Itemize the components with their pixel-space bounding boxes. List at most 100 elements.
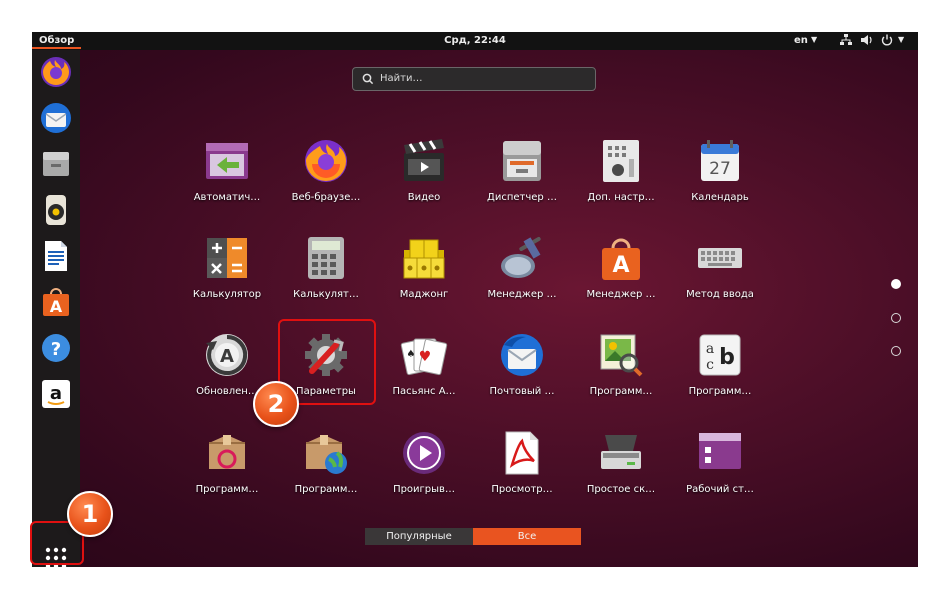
app-document-viewer[interactable]: Просмотр… — [474, 429, 570, 513]
app-label: Веб-браузе… — [291, 192, 361, 203]
files-icon[interactable] — [38, 146, 74, 182]
scanner-icon — [597, 429, 645, 477]
app-label: Программ… — [195, 484, 259, 495]
svg-text:27: 27 — [709, 159, 731, 179]
svg-text:a: a — [706, 341, 714, 357]
svg-text:A: A — [612, 253, 629, 278]
search-icon — [362, 73, 374, 85]
app-label: Диспетчер … — [487, 192, 557, 203]
chevron-down-icon: ▼ — [898, 35, 905, 44]
amazon-icon[interactable]: a — [38, 376, 74, 412]
app-tweaks[interactable]: Доп. настр… — [573, 137, 669, 221]
rhythmbox-icon[interactable] — [38, 192, 74, 228]
calculator-icon — [203, 234, 251, 282]
svg-text:c: c — [706, 357, 714, 373]
app-label: Простое ск… — [586, 484, 656, 495]
package-globe-icon — [302, 429, 350, 477]
app-video[interactable]: Видео — [376, 137, 472, 221]
app-calculator-classic[interactable]: Калькулят… — [278, 234, 374, 318]
software-icon[interactable]: A — [38, 284, 74, 320]
calendar-icon: 27 — [696, 137, 744, 185]
app-label: Автоматич… — [193, 192, 261, 203]
app-scanner[interactable]: Простое ск… — [573, 429, 669, 513]
app-calculator[interactable]: Калькулятор — [179, 234, 275, 318]
desktop-sharing-icon — [696, 429, 744, 477]
network-icon[interactable] — [840, 33, 852, 50]
page-dot-3[interactable] — [891, 346, 901, 356]
svg-text:A: A — [50, 297, 63, 316]
app-label: Менеджер … — [586, 289, 656, 300]
search-placeholder: Найти… — [380, 73, 423, 84]
app-solitaire[interactable]: ♥ ♠ Пасьянс А… — [376, 331, 472, 415]
file-manager-icon — [498, 137, 546, 185]
language-indicator[interactable]: en — [794, 35, 808, 46]
app-software-sources[interactable]: Программ… — [278, 429, 374, 513]
app-label: Программ… — [688, 386, 752, 397]
app-media-player[interactable]: Проигрыв… — [376, 429, 472, 513]
app-label: Проигрыв… — [393, 484, 455, 495]
app-calendar[interactable]: 27 Календарь — [672, 137, 768, 221]
app-label: Программ… — [294, 484, 358, 495]
app-label: Калькулятор — [192, 289, 262, 300]
top-bar: Обзор Срд, 22:44 en ▼ ▼ — [32, 32, 918, 50]
thunderbird-icon[interactable] — [38, 100, 74, 136]
clock[interactable]: Срд, 22:44 — [32, 35, 918, 46]
app-mail[interactable]: Почтовый … — [474, 331, 570, 415]
svg-text:?: ? — [51, 339, 61, 360]
step-badge-1: 1 — [67, 491, 113, 537]
app-label: Почтовый … — [489, 386, 555, 397]
app-file-manager[interactable]: Диспетчер … — [474, 137, 570, 221]
app-label: Программ… — [589, 386, 653, 397]
page-dot-1[interactable] — [891, 279, 901, 289]
updater-icon: A — [203, 331, 251, 379]
svg-text:A: A — [220, 346, 234, 367]
page-dot-2[interactable] — [891, 313, 901, 323]
firefox-icon — [302, 137, 350, 185]
app-startup-applications[interactable]: Автоматич… — [179, 137, 275, 221]
app-label: Календарь — [691, 192, 749, 203]
character-map-icon: acb — [696, 331, 744, 379]
svg-text:♠: ♠ — [407, 349, 416, 360]
app-label: Метод ввода — [686, 289, 754, 300]
app-software[interactable]: A Менеджер … — [573, 234, 669, 318]
desktop-screen: Обзор Срд, 22:44 en ▼ ▼ A ? a Найти… Авт… — [32, 32, 918, 567]
video-icon — [400, 137, 448, 185]
svg-text:a: a — [50, 383, 62, 404]
view-switch: Популярные Все — [365, 528, 581, 545]
app-image-viewer[interactable]: Программ… — [573, 331, 669, 415]
media-player-icon — [400, 429, 448, 477]
search-field[interactable]: Найти… — [352, 67, 596, 91]
app-label: Пасьянс А… — [392, 386, 456, 397]
svg-text:♥: ♥ — [419, 349, 432, 365]
solitaire-icon: ♥ ♠ — [400, 331, 448, 379]
volume-icon[interactable] — [861, 33, 873, 50]
chevron-down-icon: ▼ — [811, 35, 818, 44]
disk-manager-icon — [498, 234, 546, 282]
app-desktop-sharing[interactable]: Рабочий ст… — [672, 429, 768, 513]
thunderbird-icon — [498, 331, 546, 379]
tweaks-icon — [597, 137, 645, 185]
app-label: Просмотр… — [491, 484, 553, 495]
debian-package-icon — [203, 429, 251, 477]
help-icon[interactable]: ? — [38, 330, 74, 366]
app-web-browser[interactable]: Веб-браузе… — [278, 137, 374, 221]
app-label: Маджонг — [399, 289, 449, 300]
document-viewer-icon — [498, 429, 546, 477]
dock: A ? a — [32, 50, 80, 567]
app-label: Рабочий ст… — [686, 484, 754, 495]
writer-icon[interactable] — [38, 238, 74, 274]
app-mahjongg[interactable]: Маджонг — [376, 234, 472, 318]
app-label: Калькулят… — [293, 289, 359, 300]
app-package-installer[interactable]: Программ… — [179, 429, 275, 513]
startup-apps-icon — [203, 137, 251, 185]
power-icon[interactable] — [881, 33, 893, 50]
mahjongg-icon — [400, 234, 448, 282]
app-label: Менеджер … — [487, 289, 557, 300]
tab-popular[interactable]: Популярные — [365, 528, 473, 545]
app-input-method[interactable]: Метод ввода — [672, 234, 768, 318]
app-disk-manager[interactable]: Менеджер … — [474, 234, 570, 318]
app-character-map[interactable]: acb Программ… — [672, 331, 768, 415]
tab-all[interactable]: Все — [473, 528, 581, 545]
keyboard-icon — [696, 234, 744, 282]
firefox-icon[interactable] — [38, 54, 74, 90]
